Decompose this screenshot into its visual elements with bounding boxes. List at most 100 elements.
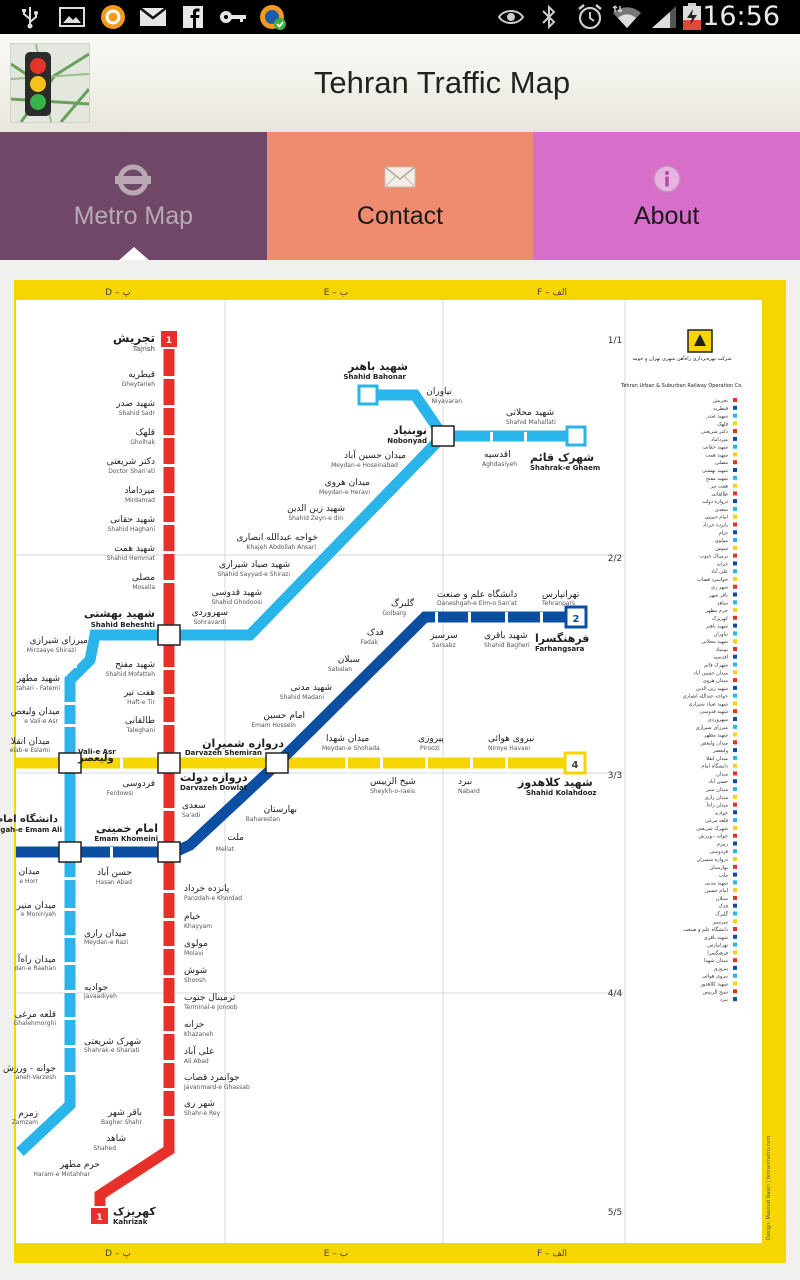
station-label-fa[interactable]: تهرانپارس: [542, 590, 580, 600]
station-label-en: Nabard: [458, 788, 480, 795]
station-label-fa[interactable]: شهید صیاد شیرازی: [219, 560, 290, 570]
station-label-fa[interactable]: نوبنیاد: [393, 424, 427, 437]
station-label-fa[interactable]: شهرک قائم: [530, 451, 594, 464]
interchange-darvazeh-dowlat[interactable]: [157, 752, 181, 774]
station-label-fa[interactable]: جوادیه: [84, 983, 108, 993]
station-label-fa[interactable]: میدان هروی: [325, 478, 371, 488]
station-label-fa[interactable]: بهارستان: [264, 805, 297, 815]
station-label-fa[interactable]: شهید محلاتی: [506, 408, 554, 418]
station-label-fa[interactable]: قلعه مرغی: [15, 1010, 56, 1020]
station-label-fa[interactable]: پیروزی: [418, 734, 444, 744]
station-label-fa[interactable]: شهید مدنی: [290, 683, 332, 693]
interchange-darvazeh-shemiran[interactable]: [265, 752, 289, 774]
station-label-fa[interactable]: میدان: [19, 867, 41, 877]
station-label-en: tahari - Fatemi: [16, 685, 60, 692]
station-label-fa[interactable]: ملت: [227, 833, 244, 843]
station-label-fa[interactable]: کهریزک: [113, 1205, 156, 1218]
station-label-fa[interactable]: نبرد: [458, 777, 472, 787]
station-label-en: Mirdamad: [125, 497, 155, 504]
station-label-fa[interactable]: زمزم: [18, 1109, 38, 1119]
interchange-emam-khomeini[interactable]: [157, 841, 181, 863]
station-label-fa[interactable]: میدان انقلا: [11, 737, 50, 747]
station-label-fa[interactable]: قیطریه: [128, 370, 155, 380]
station-label-fa[interactable]: سعدی: [182, 801, 206, 811]
station-label-fa[interactable]: طالقانی: [125, 716, 155, 726]
station-label-fa[interactable]: اقدسیه: [484, 450, 511, 460]
station-label-fa[interactable]: گلبرگ: [391, 597, 415, 609]
station-label-fa[interactable]: خیام: [184, 912, 201, 922]
metro-map-canvas[interactable]: D – پ E – ب F – الف D – پ E – ب F – الف …: [0, 260, 800, 1280]
station-label-fa[interactable]: هفت تیر: [123, 688, 155, 698]
station-label-en: elab-e Eslami: [10, 747, 51, 754]
station-label-fa[interactable]: شهرک شریعتی: [84, 1036, 141, 1047]
station-label-fa[interactable]: نیروی هوائی: [488, 734, 534, 744]
station-index-entry: تجریش: [713, 398, 729, 404]
station-label-fa[interactable]: فردوسی: [122, 779, 155, 789]
station-label-fa[interactable]: شهید بهشتی: [84, 607, 155, 620]
station-label-fa[interactable]: شاهد: [106, 1134, 126, 1144]
station-label-fa[interactable]: جوانه - ورزش: [3, 1064, 56, 1074]
station-label-fa[interactable]: نیاوران: [426, 387, 452, 397]
station-label-fa[interactable]: دکتر شریعتی: [107, 457, 155, 467]
station-label-fa[interactable]: شهید قدوسی: [212, 588, 262, 598]
station-label-fa[interactable]: شیخ الرییس: [370, 777, 416, 787]
station-label-fa[interactable]: امام خمینی: [96, 822, 158, 835]
station-label-fa[interactable]: پانزده خرداد: [184, 884, 230, 894]
station-label-fa[interactable]: میدان حسین آباد: [344, 449, 406, 461]
station-label-fa[interactable]: میدان ولیعص: [11, 707, 61, 717]
station-label-fa[interactable]: شهر ری: [184, 1099, 215, 1109]
metro-map[interactable]: D – پ E – ب F – الف D – پ E – ب F – الف …: [0, 260, 800, 1280]
station-index-entry: میدان انقلا: [706, 756, 728, 762]
station-label-fa[interactable]: سرسبز: [429, 631, 458, 641]
tab-contact[interactable]: Contact: [266, 132, 534, 260]
station-index-entry: شهید مفتح: [706, 476, 728, 482]
station-label-fa[interactable]: فرهنگسرا: [535, 632, 589, 645]
station-label-fa[interactable]: شهید مطهر: [16, 674, 60, 684]
station-label-fa[interactable]: شهید همت: [114, 544, 155, 554]
station-label-fa[interactable]: قلهک: [136, 428, 156, 438]
station-label-fa[interactable]: فدک: [367, 627, 384, 638]
tab-metro-map[interactable]: Metro Map: [0, 132, 267, 261]
station-index-line-swatch: [733, 468, 737, 472]
station-index-entry: خزانه: [717, 561, 728, 567]
interchange-daneshgah-emam-ali[interactable]: [58, 841, 82, 863]
station-label-fa[interactable]: میدان رازی: [84, 929, 127, 939]
station-index-line-swatch: [733, 600, 737, 605]
station-index-entry: شهر ری: [711, 585, 728, 591]
station-index-line-swatch: [733, 965, 737, 970]
station-label-fa[interactable]: شهید کلاهدوز: [517, 776, 593, 789]
station-label-fa[interactable]: سبلان: [338, 655, 360, 665]
station-label-fa[interactable]: دانشگاه امام: [0, 812, 58, 825]
station-label-fa[interactable]: میدان شهدا: [326, 734, 369, 744]
station-label-fa[interactable]: تجریش: [113, 331, 155, 345]
app-title: Tehran Traffic Map: [313, 65, 571, 100]
station-label-fa[interactable]: خزانه: [184, 1020, 204, 1030]
station-label-fa[interactable]: حسن آباد: [97, 866, 132, 878]
station-label-fa[interactable]: باقر شهر: [107, 1108, 142, 1118]
station-label-fa[interactable]: شهید صدر: [115, 399, 155, 409]
station-label-fa[interactable]: دروازه دولت: [180, 771, 248, 784]
station-label-fa[interactable]: میدان راه‌آ: [17, 953, 56, 965]
station-label-fa[interactable]: مصلی: [132, 573, 155, 583]
station-label-fa[interactable]: امام حسین: [263, 711, 305, 721]
station-label-fa[interactable]: سهروردی: [192, 608, 228, 618]
station-label-fa[interactable]: شهید مفتح: [115, 660, 155, 670]
station-label-fa[interactable]: دانشگاه علم و صنعت: [437, 588, 517, 600]
station-label-fa[interactable]: مولوی: [184, 939, 208, 949]
tab-about[interactable]: About: [533, 132, 800, 260]
station-label-fa[interactable]: حرم مطهر: [59, 1160, 100, 1170]
station-label-fa[interactable]: شهید حقانی: [110, 515, 155, 525]
station-label-fa[interactable]: میدان منیر: [16, 901, 57, 911]
station-label-fa[interactable]: خواجه عبدالله انصاری: [236, 533, 318, 543]
station-label-fa[interactable]: جوانمرد قصاب: [184, 1073, 240, 1083]
interchange-nobonyad[interactable]: [431, 425, 455, 447]
station-label-fa[interactable]: شهید باهنر: [347, 360, 408, 373]
station-label-fa[interactable]: شهید زین الدین: [287, 504, 345, 514]
station-label-fa[interactable]: میرداماد: [124, 486, 155, 496]
station-label-fa[interactable]: ترمینال جنوب: [184, 993, 236, 1003]
station-label-fa[interactable]: شوش: [184, 966, 207, 976]
interchange-shahid-beheshti[interactable]: [157, 624, 181, 646]
station-label-fa[interactable]: شهید باقری: [484, 631, 528, 641]
station-label-fa[interactable]: علی آباد: [184, 1045, 214, 1057]
station-label-fa[interactable]: میرزای شیرازی: [30, 636, 89, 646]
